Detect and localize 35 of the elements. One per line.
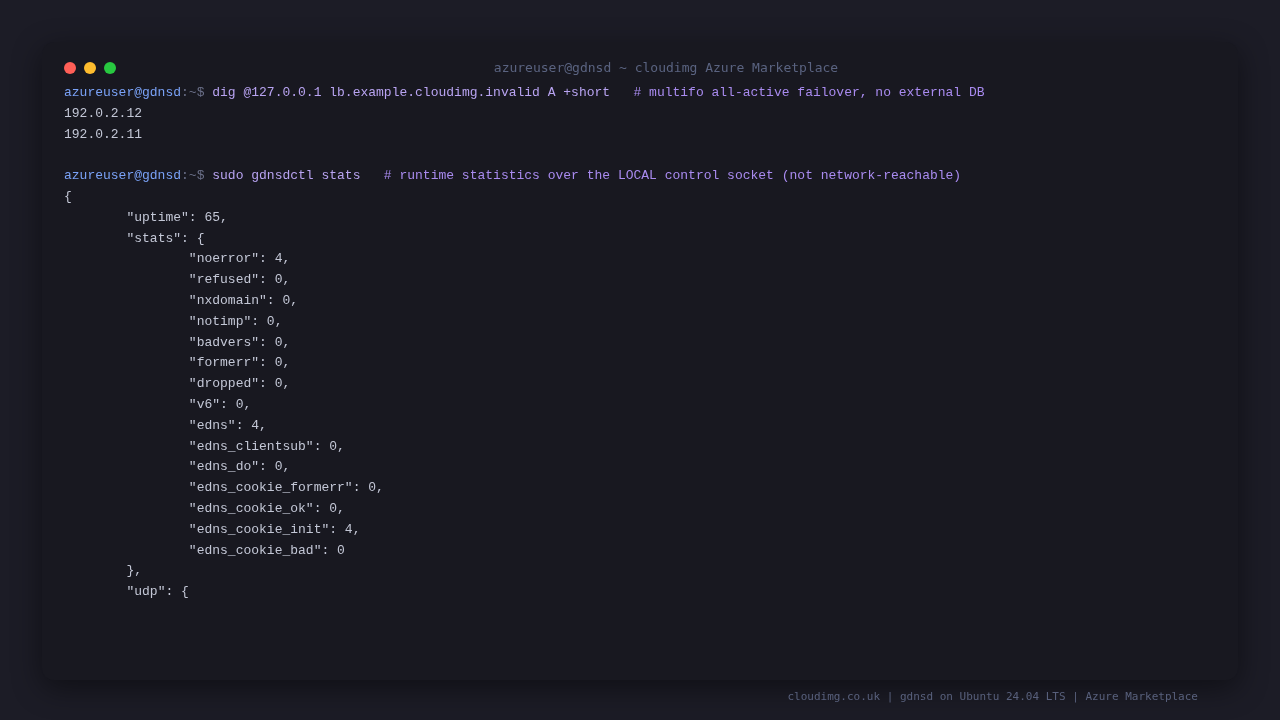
output-line: "edns_cookie_init": 4, xyxy=(187,520,362,539)
window-title: azureuser@gdnsd ~ cloudimg Azure Marketplace xyxy=(492,60,840,76)
prompt-user-host: azureuser@gdnsd xyxy=(64,84,182,102)
output-line: "edns_cookie_bad": 0 xyxy=(187,541,346,560)
output-line: "notimp": 0, xyxy=(187,312,284,331)
output-line: "v6": 0, xyxy=(187,395,253,414)
command-text: sudo gdnsdctl stats xyxy=(212,167,361,186)
output-line: "nxdomain": 0, xyxy=(187,291,300,310)
minimize-button[interactable] xyxy=(84,62,96,74)
output-line: "dropped": 0, xyxy=(187,375,292,394)
close-button[interactable] xyxy=(64,62,76,74)
output-line: "edns_do": 0, xyxy=(187,458,292,477)
command-text: dig @127.0.0.1 lb.example.cloudimg.invalid A +short xyxy=(212,84,611,102)
output-line: 192.0.2.12 xyxy=(64,104,143,123)
output-line: "udp": { xyxy=(125,583,190,602)
output-line: 192.0.2.11 xyxy=(64,125,143,144)
prompt-path: :~$ xyxy=(181,167,205,186)
prompt-user-host: azureuser@gdnsd xyxy=(64,167,182,186)
output-line: { xyxy=(64,188,73,206)
footer-text: cloudimg.co.uk | gdnsd on Ubuntu 24.04 LTS | Azure Marketplace xyxy=(787,690,1198,703)
output-line: "uptime": 65, xyxy=(125,208,229,227)
command-comment: # runtime statistics over the LOCAL control socket (not network-reachable) xyxy=(383,167,962,186)
prompt-path: :~$ xyxy=(181,84,205,102)
command-comment: # multifo all-active failover, no external DB xyxy=(633,84,985,102)
output-line: "refused": 0, xyxy=(187,271,292,290)
output-line: }, xyxy=(125,562,144,581)
output-line: "edns_clientsub": 0, xyxy=(187,437,346,456)
output-line: "noerror": 4, xyxy=(187,250,292,269)
output-line: "edns_cookie_formerr": 0, xyxy=(187,479,385,498)
output-line: "edns_cookie_ok": 0, xyxy=(187,499,346,518)
maximize-button[interactable] xyxy=(104,62,116,74)
output-line: "stats": { xyxy=(125,229,206,248)
output-line: "edns": 4, xyxy=(187,416,268,435)
output-line: "badvers": 0, xyxy=(187,333,292,352)
output-line: "formerr": 0, xyxy=(187,354,292,373)
